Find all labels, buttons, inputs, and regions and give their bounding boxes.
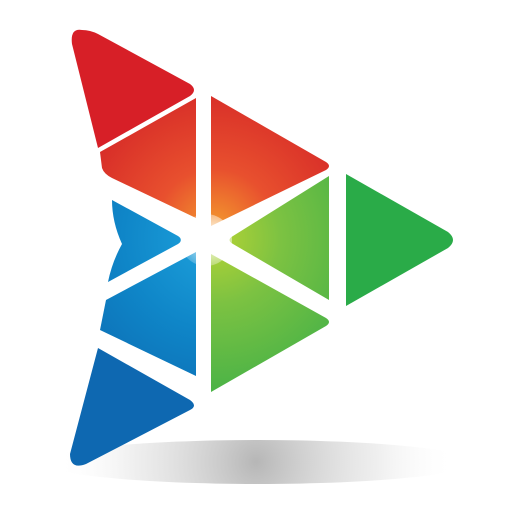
green-tip-segment [346, 174, 453, 306]
logo-canvas [0, 0, 512, 512]
play-triangle-mosaic-icon [43, 29, 473, 484]
center-highlight [180, 214, 232, 266]
